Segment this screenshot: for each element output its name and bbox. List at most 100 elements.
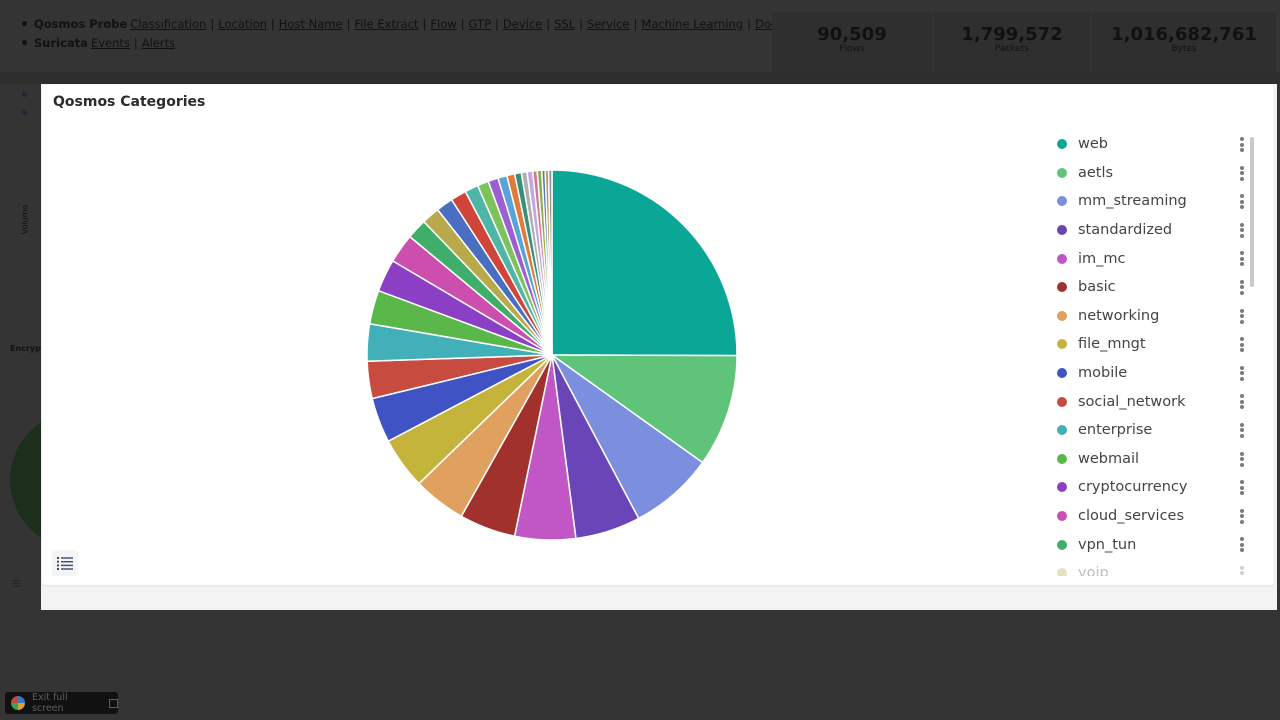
legend-item-web[interactable]: web xyxy=(1052,130,1256,159)
legend-item-basic[interactable]: basic xyxy=(1052,273,1256,302)
legend-item-cryptocurrency[interactable]: cryptocurrency xyxy=(1052,473,1256,502)
legend-swatch xyxy=(1057,139,1067,150)
panel-title: Qosmos Categories xyxy=(53,94,206,110)
legend-swatch xyxy=(1057,568,1067,576)
qosmos-categories-card: Qosmos Categories web aetls mm_streamingst… xyxy=(42,85,1274,585)
nav-link-file-extract[interactable]: File Extract xyxy=(354,17,418,31)
legend-swatch xyxy=(1057,310,1067,321)
fullscreen-icon xyxy=(109,698,118,708)
nav-link-machine-learning[interactable]: Machine Learning xyxy=(641,17,743,31)
more-options-icon[interactable] xyxy=(1240,537,1244,554)
more-options-icon[interactable] xyxy=(1240,565,1244,576)
legend-item-enterprise[interactable]: enterprise xyxy=(1052,416,1256,445)
legend-label: voip xyxy=(1078,565,1109,576)
legend-label: cloud_services xyxy=(1078,508,1185,525)
more-options-icon[interactable] xyxy=(1240,337,1244,354)
nav-link-classification[interactable]: Classification xyxy=(130,17,206,31)
metric-bytes: 1,016,682,761 Bytes xyxy=(1092,12,1276,74)
nav-link-device[interactable]: Device xyxy=(503,17,542,31)
legend-swatch xyxy=(1057,368,1067,379)
fullscreen-panel-modal: Qosmos Categories web aetls mm_streamingst… xyxy=(41,84,1277,610)
list-icon: ☰ xyxy=(12,580,21,590)
nav-link-service[interactable]: Service xyxy=(587,17,630,31)
nav-link-events[interactable]: Events xyxy=(91,36,130,50)
metric-label: Flows xyxy=(839,44,865,54)
legend-item-cloud-services[interactable]: cloud_services xyxy=(1052,502,1256,531)
legend-item-file-mngt[interactable]: file_mngt xyxy=(1052,330,1256,359)
bullet-icon xyxy=(22,21,27,26)
list-icon xyxy=(57,557,73,570)
legend-label: basic xyxy=(1078,279,1116,296)
more-options-icon[interactable] xyxy=(1240,365,1244,383)
more-options-icon[interactable] xyxy=(1240,137,1244,154)
legend-swatch xyxy=(1057,167,1067,178)
qosmos-nav-row: Qosmos Probe Classification | Location | H… xyxy=(22,14,815,33)
metric-value: 90,509 xyxy=(817,24,887,45)
nav-link-host-name[interactable]: Host Name xyxy=(279,17,343,31)
bullet-icon xyxy=(22,40,27,45)
legend-swatch xyxy=(1057,196,1067,207)
legend-swatch xyxy=(1057,396,1067,407)
background-bullets xyxy=(22,92,27,128)
suricata-group-label: Suricata xyxy=(34,35,88,50)
chart-legend: web aetls mm_streaming standardized im_mcbas… xyxy=(1052,130,1256,576)
legend-label: standardized xyxy=(1078,222,1173,239)
more-options-icon[interactable] xyxy=(1240,394,1244,411)
legend-item-webmail[interactable]: webmail xyxy=(1052,445,1256,474)
more-options-icon[interactable] xyxy=(1240,194,1244,211)
more-options-icon[interactable] xyxy=(1240,222,1244,240)
qosmos-group-label: Qosmos Probe xyxy=(34,16,128,31)
legend-item-vpn-tun[interactable]: vpn_tun xyxy=(1052,530,1256,559)
legend-item-social-network[interactable]: social_network xyxy=(1052,387,1256,416)
legend-item-voip[interactable]: voip xyxy=(1052,559,1256,576)
legend-label: enterprise xyxy=(1078,422,1153,439)
legend-swatch xyxy=(1057,482,1067,493)
nav-link-gtp[interactable]: GTP xyxy=(469,17,491,31)
metric-value: 1,016,682,761 xyxy=(1111,24,1257,45)
legend-item-mobile[interactable]: mobile xyxy=(1052,359,1256,388)
volume-axis-label: Volume xyxy=(20,204,30,235)
legend-swatch xyxy=(1057,539,1067,550)
legend-item-mm-streaming[interactable]: mm_streaming xyxy=(1052,187,1256,216)
exit-fullscreen-label: Exit full screen xyxy=(31,692,68,714)
legend-item-im-mc[interactable]: im_mc xyxy=(1052,244,1256,273)
more-options-icon[interactable] xyxy=(1240,451,1244,469)
suricata-nav-row: Suricata Events | Alerts xyxy=(22,33,815,52)
pie-slice-web[interactable] xyxy=(551,169,738,357)
more-options-icon[interactable] xyxy=(1240,308,1244,326)
legend-scrollbar[interactable] xyxy=(1250,137,1254,287)
metric-flows: 90,509 Flows xyxy=(772,12,932,74)
legend-label: file_mngt xyxy=(1078,336,1146,353)
legend-swatch xyxy=(1057,282,1067,293)
legend-swatch xyxy=(1057,425,1067,436)
more-options-icon[interactable] xyxy=(1240,251,1244,268)
legend-label: social_network xyxy=(1078,393,1186,410)
exit-fullscreen-button[interactable]: Exit full screen xyxy=(5,692,118,714)
metric-packets: 1,799,572 Packets xyxy=(934,12,1090,74)
legend-swatch xyxy=(1057,253,1067,264)
more-options-icon[interactable] xyxy=(1240,279,1244,297)
more-options-icon[interactable] xyxy=(1240,480,1244,497)
legend-label: im_mc xyxy=(1078,250,1126,267)
legend-item-aetls[interactable]: aetls xyxy=(1052,159,1256,188)
legend-swatch xyxy=(1057,453,1067,464)
metric-label: Bytes xyxy=(1171,44,1197,54)
more-options-icon[interactable] xyxy=(1240,165,1244,183)
legend-label: mm_streaming xyxy=(1078,193,1187,210)
legend-label: webmail xyxy=(1078,450,1140,467)
legend-item-standardized[interactable]: standardized xyxy=(1052,216,1256,245)
legend-label: cryptocurrency xyxy=(1078,479,1188,496)
metric-value: 1,799,572 xyxy=(961,24,1063,45)
legend-item-networking[interactable]: networking xyxy=(1052,302,1256,331)
more-options-icon[interactable] xyxy=(1240,508,1244,526)
nav-link-flow[interactable]: Flow xyxy=(430,17,456,31)
more-options-icon[interactable] xyxy=(1240,422,1244,440)
nav-link-alerts[interactable]: Alerts xyxy=(142,36,175,50)
pie-chart xyxy=(366,169,738,541)
metric-label: Packets xyxy=(994,44,1030,54)
legend-swatch xyxy=(1057,339,1067,350)
legend-label: vpn_tun xyxy=(1078,536,1137,553)
nav-link-ssl[interactable]: SSL xyxy=(554,17,575,31)
list-view-button[interactable] xyxy=(52,550,78,576)
nav-link-location[interactable]: Location xyxy=(218,17,267,31)
